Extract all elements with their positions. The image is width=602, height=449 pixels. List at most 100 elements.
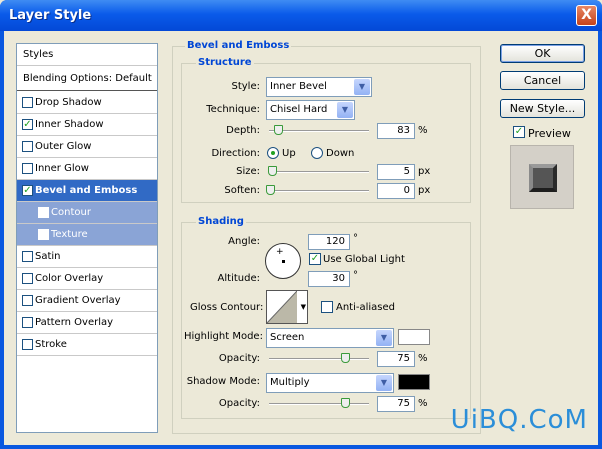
anti-aliased-checkbox[interactable] xyxy=(321,301,333,313)
style-item-label: Stroke xyxy=(35,339,67,350)
size-slider-thumb[interactable] xyxy=(268,166,277,176)
style-dropdown-value: Inner Bevel xyxy=(270,81,327,92)
direction-up-label[interactable]: Up xyxy=(282,148,296,159)
color-overlay-checkbox[interactable] xyxy=(22,273,33,284)
stroke-checkbox[interactable] xyxy=(22,339,33,350)
style-item-pattern-overlay[interactable]: Pattern Overlay xyxy=(17,312,157,334)
watermark-text: UiBQ.CoM xyxy=(450,405,588,435)
direction-down-label[interactable]: Down xyxy=(326,148,354,159)
style-item-gradient-overlay[interactable]: Gradient Overlay xyxy=(17,290,157,312)
style-item-bevel-emboss[interactable]: ✓ Bevel and Emboss xyxy=(17,180,157,202)
altitude-unit: ° xyxy=(353,270,358,281)
shadow-color-swatch[interactable] xyxy=(398,374,430,390)
ok-button[interactable]: OK xyxy=(500,44,585,63)
styles-header-label: Styles xyxy=(23,49,54,60)
styles-header[interactable]: Styles xyxy=(17,44,157,66)
size-slider[interactable] xyxy=(269,171,369,173)
style-item-inner-shadow[interactable]: ✓ Inner Shadow xyxy=(17,114,157,136)
drop-shadow-checkbox[interactable] xyxy=(22,97,33,108)
style-dropdown[interactable]: Inner Bevel ▼ xyxy=(266,77,372,97)
structure-title: Structure xyxy=(196,57,254,68)
highlight-opacity-slider[interactable] xyxy=(269,358,369,360)
satin-checkbox[interactable] xyxy=(22,251,33,262)
style-item-label: Inner Shadow xyxy=(35,119,104,130)
chevron-down-icon[interactable]: ▼ xyxy=(301,303,306,311)
shadow-opacity-slider[interactable] xyxy=(269,403,369,405)
altitude-label: Altitude: xyxy=(217,273,260,284)
chevron-down-icon[interactable]: ▼ xyxy=(337,102,353,118)
highlight-color-swatch[interactable] xyxy=(398,329,430,345)
direction-down-radio[interactable] xyxy=(311,147,323,159)
style-item-texture[interactable]: Texture xyxy=(17,224,157,246)
bevel-emboss-checkbox[interactable]: ✓ xyxy=(22,185,33,196)
depth-slider[interactable] xyxy=(269,130,369,132)
style-item-contour[interactable]: Contour xyxy=(17,202,157,224)
highlight-opacity-label: Opacity: xyxy=(218,353,260,364)
style-item-drop-shadow[interactable]: Drop Shadow xyxy=(17,92,157,114)
pattern-overlay-checkbox[interactable] xyxy=(22,317,33,328)
soften-unit: px xyxy=(418,185,431,196)
anti-aliased-label[interactable]: Anti-aliased xyxy=(336,302,395,313)
global-light-label[interactable]: Use Global Light xyxy=(323,254,405,265)
altitude-input[interactable]: 30 xyxy=(308,271,350,287)
angle-input[interactable]: 120 xyxy=(308,234,350,250)
style-item-color-overlay[interactable]: Color Overlay xyxy=(17,268,157,290)
depth-slider-thumb[interactable] xyxy=(274,125,283,135)
style-label: Style: xyxy=(231,81,261,92)
title-bar[interactable]: Layer Style X xyxy=(0,0,602,31)
dialog-body: Styles Blending Options: Default Drop Sh… xyxy=(4,31,598,445)
preview-checkbox[interactable]: ✓ xyxy=(513,126,525,138)
bevel-preview-icon xyxy=(529,164,557,192)
shadow-mode-dropdown[interactable]: Multiply ▼ xyxy=(266,373,394,393)
size-label: Size: xyxy=(236,166,260,177)
soften-slider-thumb[interactable] xyxy=(266,185,275,195)
depth-label: Depth: xyxy=(226,125,260,136)
size-unit: px xyxy=(418,166,431,177)
style-item-satin[interactable]: Satin xyxy=(17,246,157,268)
angle-unit: ° xyxy=(353,233,358,244)
depth-unit: % xyxy=(418,125,428,136)
style-item-outer-glow[interactable]: Outer Glow xyxy=(17,136,157,158)
styles-list: Styles Blending Options: Default Drop Sh… xyxy=(16,43,158,433)
new-style-button[interactable]: New Style... xyxy=(500,99,585,118)
highlight-mode-dropdown[interactable]: Screen ▼ xyxy=(266,328,394,348)
style-item-stroke[interactable]: Stroke xyxy=(17,334,157,356)
depth-input[interactable]: 83 xyxy=(377,123,415,139)
close-button[interactable]: X xyxy=(576,5,597,26)
highlight-opacity-input[interactable]: 75 xyxy=(377,351,415,367)
gloss-contour-picker[interactable]: ▼ xyxy=(266,290,308,324)
style-item-label: Outer Glow xyxy=(35,141,92,152)
shadow-opacity-thumb[interactable] xyxy=(341,398,350,408)
highlight-mode-label: Highlight Mode: xyxy=(184,331,263,342)
blending-options-item[interactable]: Blending Options: Default xyxy=(17,67,157,91)
cancel-button[interactable]: Cancel xyxy=(500,71,585,90)
gradient-overlay-checkbox[interactable] xyxy=(22,295,33,306)
shadow-opacity-label: Opacity: xyxy=(218,398,260,409)
angle-dial[interactable]: + xyxy=(265,243,301,279)
style-item-label: Texture xyxy=(51,229,88,240)
style-item-label: Gradient Overlay xyxy=(35,295,121,306)
preview-label[interactable]: Preview xyxy=(528,127,571,140)
contour-checkbox[interactable] xyxy=(38,207,49,218)
soften-slider[interactable] xyxy=(269,190,369,192)
highlight-opacity-thumb[interactable] xyxy=(341,353,350,363)
chevron-down-icon[interactable]: ▼ xyxy=(354,79,370,95)
technique-dropdown[interactable]: Chisel Hard ▼ xyxy=(266,100,355,120)
soften-label: Soften: xyxy=(224,185,260,196)
gloss-contour-label: Gloss Contour: xyxy=(190,302,264,313)
soften-input[interactable]: 0 xyxy=(377,183,415,199)
angle-center-dot xyxy=(282,260,285,263)
texture-checkbox[interactable] xyxy=(38,229,49,240)
size-input[interactable]: 5 xyxy=(377,164,415,180)
chevron-down-icon[interactable]: ▼ xyxy=(376,330,392,346)
bevel-emboss-title: Bevel and Emboss xyxy=(185,40,292,51)
style-item-inner-glow[interactable]: Inner Glow xyxy=(17,158,157,180)
style-preview-box xyxy=(510,145,574,209)
inner-glow-checkbox[interactable] xyxy=(22,163,33,174)
direction-up-radio[interactable] xyxy=(267,147,279,159)
shadow-opacity-input[interactable]: 75 xyxy=(377,396,415,412)
outer-glow-checkbox[interactable] xyxy=(22,141,33,152)
global-light-checkbox[interactable]: ✓ xyxy=(309,253,321,265)
chevron-down-icon[interactable]: ▼ xyxy=(376,375,392,391)
inner-shadow-checkbox[interactable]: ✓ xyxy=(22,119,33,130)
